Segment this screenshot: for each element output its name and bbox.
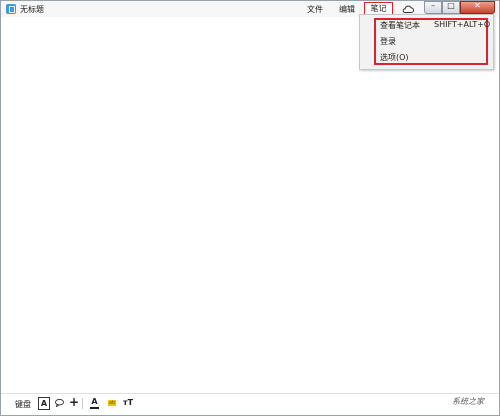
window-title: 无标题: [20, 5, 44, 14]
cloud-icon[interactable]: [402, 4, 414, 14]
note-editor[interactable]: [1, 17, 499, 391]
text-color-icon[interactable]: A: [90, 397, 99, 409]
maximize-icon: □: [447, 1, 455, 10]
comment-bubble-icon[interactable]: [55, 399, 64, 407]
close-button[interactable]: ✕: [460, 1, 495, 14]
app-window: 无标题 文件 编辑 笔记 – □ ✕ 查看笔记本 SHIFT+ALT+O 登录 …: [0, 0, 500, 416]
maximize-button[interactable]: □: [442, 1, 460, 14]
add-icon[interactable]: +: [69, 396, 79, 408]
menu-file[interactable]: 文件: [307, 4, 323, 15]
font-button[interactable]: A: [38, 397, 50, 410]
minimize-icon: –: [431, 1, 435, 10]
bottom-toolbar: 键盘 A + A ab тT: [1, 393, 499, 414]
font-size-icon[interactable]: тT: [123, 398, 133, 407]
menu-item-options[interactable]: 选项(O): [380, 52, 409, 63]
menu-item-login[interactable]: 登录: [380, 36, 396, 47]
app-logo-icon: [6, 4, 16, 14]
menu-item-view-notebook[interactable]: 查看笔记本: [380, 20, 420, 31]
text-color-bar: [90, 407, 99, 409]
toolbar-divider: [82, 398, 83, 409]
minimize-button[interactable]: –: [424, 1, 442, 14]
keyboard-label[interactable]: 键盘: [15, 399, 31, 410]
menu-edit[interactable]: 编辑: [339, 4, 355, 15]
close-icon: ✕: [474, 1, 481, 10]
text-color-glyph: A: [91, 397, 98, 406]
watermark-logo: 系统之家: [452, 397, 484, 406]
highlight-icon[interactable]: ab: [108, 400, 116, 406]
menu-item-shortcut: SHIFT+ALT+O: [434, 20, 491, 29]
notes-dropdown-menu: 查看笔记本 SHIFT+ALT+O 登录 选项(O): [359, 14, 494, 70]
